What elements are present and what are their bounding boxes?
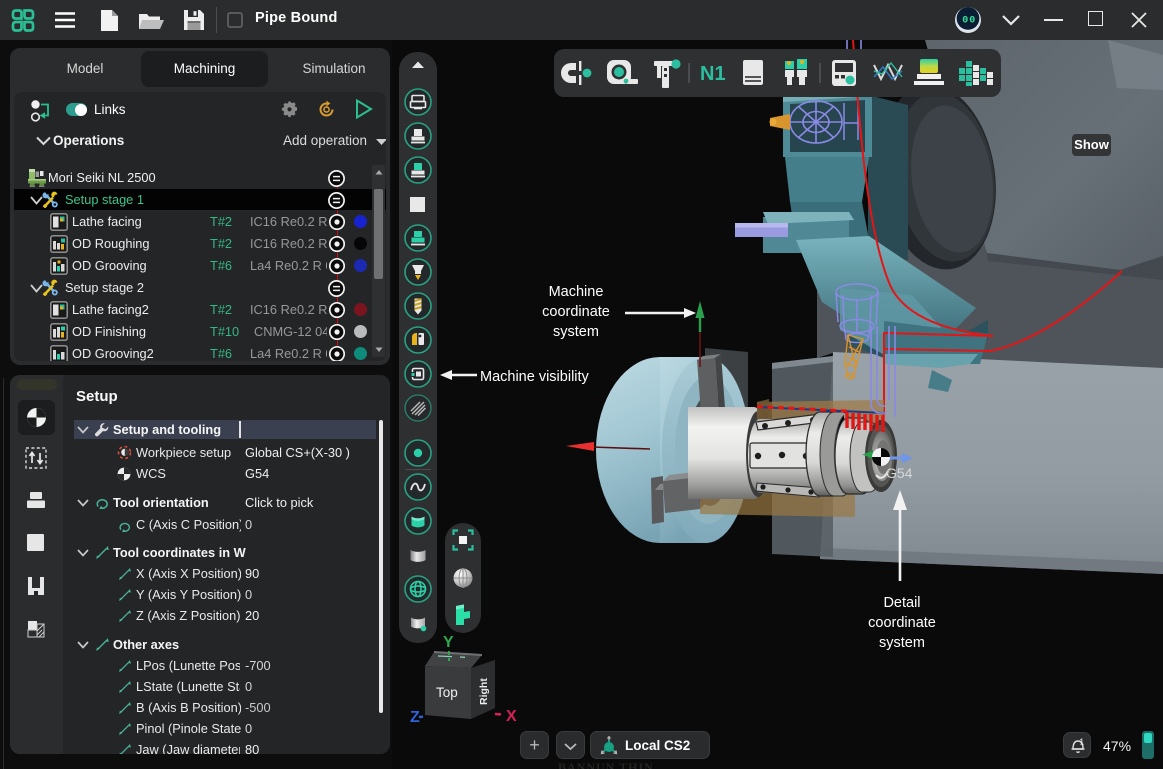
svg-text:1: 1 [1080, 738, 1085, 747]
svg-text:G54: G54 [886, 465, 913, 481]
svg-text:0: 0 [969, 16, 975, 27]
svg-text:Y: Y [443, 634, 454, 651]
svg-text:Z: Z [410, 709, 420, 726]
svg-text:N1: N1 [700, 63, 726, 85]
svg-text:0: 0 [962, 16, 968, 27]
svg-text:Top: Top [436, 685, 458, 700]
svg-text:Right: Right [478, 678, 490, 705]
svg-text:X: X [506, 708, 517, 725]
